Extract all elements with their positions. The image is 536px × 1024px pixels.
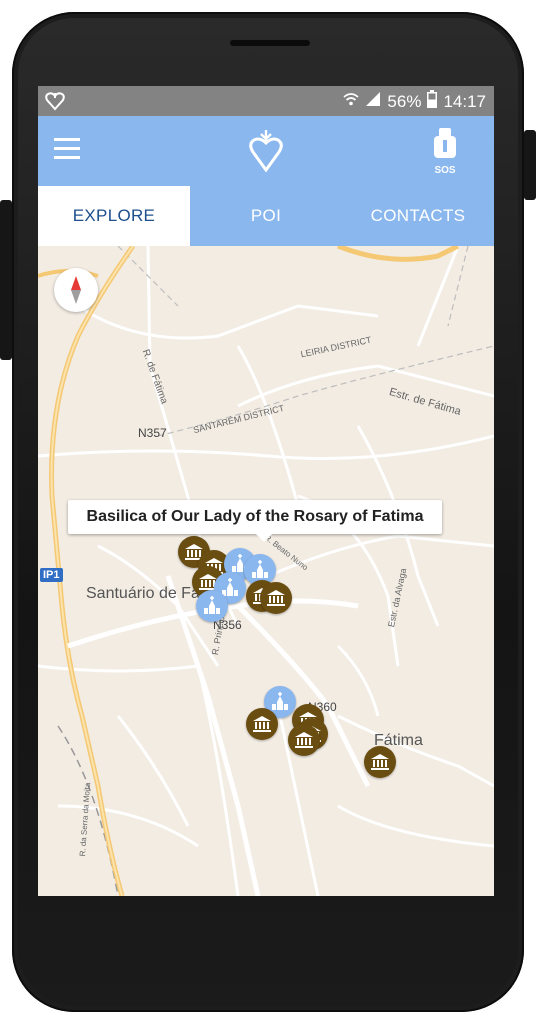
notification-heart-icon [44,91,66,116]
screen: 56% 14:17 SOS EXPLORE POI CONTACTS R. de… [38,86,494,896]
battery-icon [427,90,438,113]
hamburger-menu-icon[interactable] [54,138,80,160]
church-icon [272,692,288,710]
heart-logo-icon [248,128,284,177]
museum-marker[interactable] [246,708,278,740]
compass-icon [71,276,81,304]
speaker-grille [230,40,310,46]
museum-marker[interactable] [288,724,320,756]
poi-callout[interactable]: Basilica of Our Lady of the Rosary of Fa… [68,500,442,542]
wifi-icon [343,91,359,112]
sos-label: SOS [434,165,456,176]
tab-poi[interactable]: POI [190,186,342,246]
church-marker[interactable] [196,590,228,622]
church-icon [252,560,268,578]
clock: 14:17 [443,91,486,111]
place-label-santuario: Santuário de Fá [86,585,200,602]
museum-icon [371,754,389,770]
sos-button[interactable]: SOS [432,128,458,176]
map-view[interactable]: R. de Fátima LEIRIA DISTRICT SANTARÉM DI… [38,246,494,896]
highway-shield-ip1: IP1 [40,568,63,582]
status-bar: 56% 14:17 [38,86,494,116]
signal-icon [365,91,381,112]
volume-button [524,130,536,200]
museum-icon [253,716,271,732]
museum-marker[interactable] [260,582,292,614]
power-button [0,200,12,360]
tab-bar: EXPLORE POI CONTACTS [38,186,494,246]
tab-explore[interactable]: EXPLORE [38,186,190,246]
church-icon [204,596,220,614]
battery-percent: 56% [387,91,422,111]
museum-icon [295,732,313,748]
museum-marker[interactable] [364,746,396,778]
road-label-n357: N357 [138,426,167,440]
compass-button[interactable] [54,268,98,312]
app-bar: SOS [38,116,494,186]
tab-contacts[interactable]: CONTACTS [342,186,494,246]
museum-icon [267,590,285,606]
